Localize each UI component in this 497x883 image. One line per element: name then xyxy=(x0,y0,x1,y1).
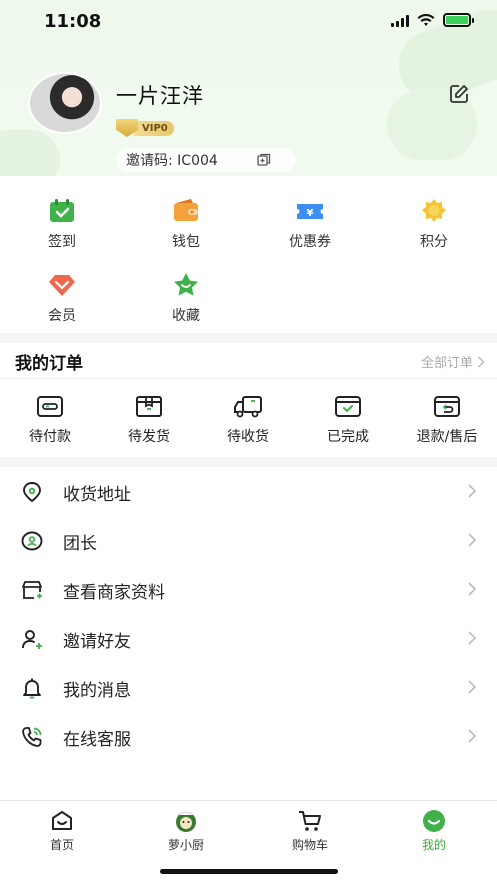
vip-label: VIP0 xyxy=(134,120,174,136)
grid-label: 收藏 xyxy=(172,308,200,324)
grid-label: 签到 xyxy=(48,234,76,250)
invite-code-text: 邀请码: IC004 xyxy=(126,153,218,169)
grid-label: 会员 xyxy=(48,308,76,324)
menu-item-customer-service[interactable]: 在线客服 xyxy=(0,712,497,761)
order-pending-shipment[interactable]: 待发货 xyxy=(99,394,199,446)
menu-label: 查看商家资料 xyxy=(63,583,165,603)
member-diamond-icon xyxy=(49,275,75,296)
grid-label: 积分 xyxy=(420,234,448,250)
menu-label: 在线客服 xyxy=(63,730,131,750)
points-badge-icon xyxy=(422,199,446,222)
chevron-right-icon xyxy=(468,680,477,694)
menu-item-messages[interactable]: 我的消息 xyxy=(0,663,497,712)
chevron-right-icon xyxy=(468,631,477,645)
bell-icon xyxy=(23,678,41,699)
box-icon xyxy=(136,396,162,417)
favorite-star-icon xyxy=(174,273,198,296)
wallet-outline-icon xyxy=(37,396,63,417)
orders-title: 我的订单 xyxy=(15,354,83,374)
tab-chef[interactable]: 萝小厨 xyxy=(124,809,248,853)
grid-label: 优惠券 xyxy=(289,234,331,250)
wifi-icon xyxy=(417,13,435,26)
profile-smile-icon xyxy=(423,810,445,832)
grid-label: 钱包 xyxy=(172,234,200,250)
menu-item-merchant-info[interactable]: 查看商家资料 xyxy=(0,565,497,614)
status-bar: 11:08 xyxy=(0,0,497,44)
order-label: 待付款 xyxy=(29,429,71,445)
chef-icon xyxy=(176,811,196,832)
order-pending-receipt[interactable]: 待收货 xyxy=(198,394,298,446)
menu-item-leader[interactable]: 团长 xyxy=(0,516,497,565)
calendar-check-icon xyxy=(50,199,74,222)
leader-icon xyxy=(21,531,43,551)
invite-user-icon xyxy=(22,630,42,649)
username: 一片汪洋 xyxy=(116,84,204,108)
chevron-right-icon xyxy=(468,729,477,743)
grid-item-points[interactable]: 积分 xyxy=(372,197,496,251)
grid-item-wallet[interactable]: 钱包 xyxy=(124,197,248,251)
grid-item-member[interactable]: 会员 xyxy=(0,271,124,325)
tab-label: 我的 xyxy=(421,838,446,852)
grid-item-checkin[interactable]: 签到 xyxy=(0,197,124,251)
header-decoration xyxy=(0,130,60,176)
signal-icon xyxy=(391,14,409,27)
refund-icon xyxy=(434,396,460,417)
battery-icon xyxy=(443,13,474,27)
phone-icon xyxy=(22,727,42,747)
chevron-right-icon xyxy=(468,533,477,547)
order-pending-payment[interactable]: 待付款 xyxy=(0,394,100,446)
wallet-icon xyxy=(174,199,198,221)
profile-header: 11:08 一片汪洋 VIP0 邀请码: IC004 xyxy=(0,0,497,176)
status-icons xyxy=(391,13,474,27)
tab-label: 首页 xyxy=(49,838,74,852)
tab-cart[interactable]: 购物车 xyxy=(248,809,372,853)
chevron-right-icon xyxy=(468,582,477,596)
status-time: 11:08 xyxy=(44,11,102,32)
edit-icon[interactable] xyxy=(449,84,469,104)
menu-label: 团长 xyxy=(63,534,97,554)
chevron-right-icon xyxy=(477,355,485,368)
order-label: 待收货 xyxy=(227,429,269,445)
store-icon xyxy=(22,581,42,599)
order-label: 待发货 xyxy=(128,429,170,445)
tab-home[interactable]: 首页 xyxy=(0,809,124,853)
menu-label: 我的消息 xyxy=(63,681,131,701)
grid-item-coupon[interactable]: ¥ 优惠券 xyxy=(248,197,372,251)
truck-icon xyxy=(234,396,262,418)
coupon-icon: ¥ xyxy=(297,204,323,219)
tab-label: 购物车 xyxy=(291,838,328,852)
tab-mine[interactable]: 我的 xyxy=(372,809,496,853)
chevron-right-icon xyxy=(468,484,477,498)
svg-text:¥: ¥ xyxy=(307,208,314,219)
menu-item-address[interactable]: 收货地址 xyxy=(0,467,497,516)
menu-label: 邀请好友 xyxy=(63,632,131,652)
location-icon xyxy=(23,482,41,503)
menu-label: 收货地址 xyxy=(63,485,131,505)
all-orders-link[interactable]: 全部订单 xyxy=(421,352,485,371)
menu-item-invite-friends[interactable]: 邀请好友 xyxy=(0,614,497,663)
section-separator xyxy=(0,333,497,343)
cart-icon xyxy=(299,811,321,831)
copy-icon[interactable] xyxy=(257,153,271,167)
home-icon xyxy=(52,811,72,830)
order-refund[interactable]: 退款/售后 xyxy=(397,394,497,446)
completed-box-icon xyxy=(335,396,361,417)
divider xyxy=(0,378,497,379)
avatar[interactable] xyxy=(28,72,102,134)
tab-label: 萝小厨 xyxy=(167,838,204,852)
grid-item-favorite[interactable]: 收藏 xyxy=(124,271,248,325)
order-label: 已完成 xyxy=(327,429,369,445)
section-separator xyxy=(0,457,497,467)
order-label: 退款/售后 xyxy=(416,429,478,445)
all-orders-label: 全部订单 xyxy=(420,356,473,371)
order-completed[interactable]: 已完成 xyxy=(298,394,398,446)
home-indicator xyxy=(160,869,338,874)
vip-badge: VIP0 xyxy=(116,119,174,137)
